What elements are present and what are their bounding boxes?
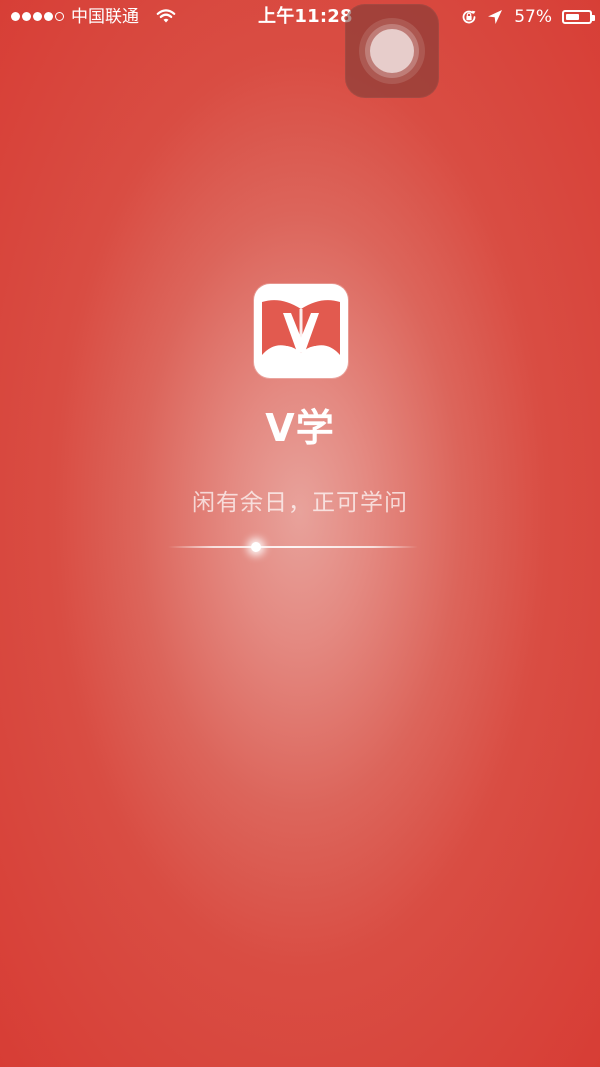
signal-dot-icon	[44, 12, 53, 21]
battery-percentage: 57%	[514, 7, 552, 27]
wifi-icon	[156, 9, 176, 23]
battery-fill	[566, 14, 579, 20]
app-slogan: 闲有余日，正可学问	[192, 490, 408, 516]
status-right-group: 57%	[460, 0, 595, 34]
signal-dot-icon	[22, 12, 31, 21]
rotation-lock-icon	[462, 10, 476, 24]
signal-dot-icon	[33, 12, 42, 21]
loading-progress-indicator	[250, 542, 261, 552]
signal-strength-icon	[11, 12, 64, 21]
signal-dot-empty-icon	[55, 12, 64, 21]
app-name: V学	[265, 406, 335, 450]
status-time: 上午11:28	[258, 6, 353, 27]
location-icon	[488, 10, 503, 24]
signal-dot-icon	[11, 12, 20, 21]
battery-icon	[562, 10, 595, 24]
carrier-name: 中国联通	[71, 7, 139, 27]
assistive-touch-button[interactable]	[345, 4, 439, 98]
app-logo	[254, 284, 348, 378]
assistive-touch-center-icon	[370, 29, 414, 73]
book-logo-icon	[262, 300, 340, 359]
status-bar: 中国联通 上午11:28 57%	[0, 0, 600, 34]
loading-progress-line	[168, 542, 418, 552]
